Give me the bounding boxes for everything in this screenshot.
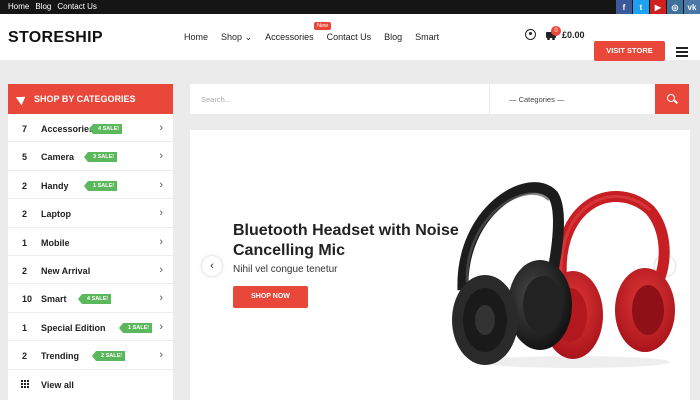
facebook-icon[interactable]: f (616, 0, 632, 14)
category-count: 1 (22, 322, 28, 333)
chevron-right-icon: › (159, 207, 163, 220)
category-count: 10 (22, 294, 33, 305)
top-link-contact[interactable]: Contact Us (57, 2, 97, 11)
category-item[interactable]: 2 Handy 1 SALE! › (8, 171, 173, 200)
category-count: 2 (22, 180, 28, 191)
sale-badge: 4 SALE! (88, 124, 123, 134)
grid-icon (21, 379, 29, 388)
chevron-right-icon: › (159, 235, 163, 248)
shop-now-button[interactable]: SHOP NOW (233, 286, 308, 308)
category-name: Special Edition (41, 322, 106, 333)
nav-contact[interactable]: Contact Us (327, 32, 372, 43)
sale-badge: 3 SALE! (83, 152, 118, 163)
category-name: Accessories (41, 124, 95, 134)
hero-slider: Bluetooth Headset with Noise Cancelling … (190, 130, 690, 400)
chevron-right-icon: › (159, 150, 163, 163)
user-icon[interactable] (525, 29, 536, 40)
hero-subtitle: Nihil vel congue tenetur (233, 264, 338, 275)
vk-icon[interactable]: vk (684, 0, 700, 14)
chevron-right-icon: › (159, 122, 163, 134)
category-count: 1 (22, 237, 28, 248)
category-name: Trending (41, 351, 79, 362)
view-all-label: View all (41, 379, 74, 390)
sale-badge: 4 SALE! (77, 294, 112, 305)
instagram-icon[interactable]: ◎ (667, 0, 683, 14)
paper-plane-icon (15, 92, 29, 106)
nav-shop-label: Shop (221, 32, 243, 42)
category-item[interactable]: 10 Smart 4 SALE! › (8, 284, 173, 313)
category-count: 2 (22, 209, 28, 220)
category-item[interactable]: 2 Trending 2 SALE! › (8, 341, 173, 370)
category-select[interactable]: — Categories — (490, 84, 655, 114)
nav-home[interactable]: Home (184, 32, 208, 43)
nav-shop[interactable]: Shop ⌄ (221, 32, 252, 43)
cart-total[interactable]: £0.00 (562, 30, 585, 40)
chevron-right-icon: › (159, 320, 163, 333)
category-name: Camera (41, 152, 75, 163)
hamburger-menu-icon[interactable] (676, 47, 688, 57)
view-all-categories[interactable]: View all (8, 370, 173, 398)
top-link-home[interactable]: Home (8, 2, 29, 11)
category-list: 7 Accessories 4 SALE! › 5 Camera 3 SALE! › 2 Hand… (8, 114, 173, 398)
category-select-value: — Categories — (509, 95, 565, 104)
category-title: SHOP BY CATEGORIES (34, 94, 136, 104)
sale-badge: 2 SALE! (91, 351, 126, 362)
cart-count-badge: 0 (551, 26, 561, 36)
top-bar: Home Blog Contact Us f t ▶ ◎ vk (0, 0, 700, 14)
category-name: New Arrival (41, 265, 91, 276)
category-name: Mobile (41, 237, 70, 248)
new-badge: New (314, 22, 332, 30)
chevron-right-icon: › (159, 263, 163, 276)
nav-accessories-label: Accessories (265, 32, 314, 42)
chevron-right-icon: › (159, 349, 163, 362)
nav-smart[interactable]: Smart (415, 32, 439, 43)
category-count: 5 (22, 152, 28, 163)
search-placeholder: Search... (201, 95, 232, 104)
headphones-image (452, 182, 675, 368)
search-input[interactable]: Search... (190, 84, 490, 114)
chevron-right-icon: › (159, 292, 163, 305)
site-logo[interactable]: STORESHIP (8, 29, 103, 47)
top-link-blog[interactable]: Blog (35, 2, 51, 11)
header: STORESHIP Home Shop ⌄ Accessories New Con… (0, 14, 700, 61)
search-button[interactable] (655, 84, 689, 114)
visit-store-button[interactable]: VISIT STORE (594, 41, 665, 61)
top-links: Home Blog Contact Us (8, 2, 97, 11)
category-item[interactable]: 5 Camera 3 SALE! › (8, 142, 173, 171)
category-item[interactable]: 2 New Arrival › (8, 256, 173, 285)
category-count: 2 (22, 351, 28, 362)
sale-badge: 1 SALE! (118, 322, 153, 333)
nav-accessories[interactable]: Accessories New (265, 22, 332, 43)
category-count: 2 (22, 265, 28, 276)
category-panel: SHOP BY CATEGORIES 7 Accessories 4 SALE! › 5… (8, 84, 173, 400)
slider-prev-button[interactable]: ‹ (202, 256, 222, 276)
category-name: Laptop (41, 209, 71, 220)
chevron-down-icon: ⌄ (244, 32, 253, 42)
category-name: Handy (41, 180, 69, 191)
twitter-icon[interactable]: t (633, 0, 649, 14)
sale-badge: 1 SALE! (83, 180, 118, 191)
chevron-right-icon: › (159, 178, 163, 191)
youtube-icon[interactable]: ▶ (650, 0, 666, 14)
category-name: Smart (41, 294, 67, 305)
category-header: SHOP BY CATEGORIES (8, 84, 173, 114)
category-item[interactable]: 7 Accessories 4 SALE! › (8, 114, 173, 143)
main-nav: Home Shop ⌄ Accessories New Contact Us Bl… (184, 22, 452, 43)
category-item[interactable]: 2 Laptop › (8, 199, 173, 228)
category-count: 7 (22, 124, 28, 134)
category-item[interactable]: 1 Mobile › (8, 228, 173, 256)
nav-blog[interactable]: Blog (384, 32, 402, 43)
social-links: f t ▶ ◎ vk (615, 0, 700, 14)
category-item[interactable]: 1 Special Edition 1 SALE! › (8, 313, 173, 342)
